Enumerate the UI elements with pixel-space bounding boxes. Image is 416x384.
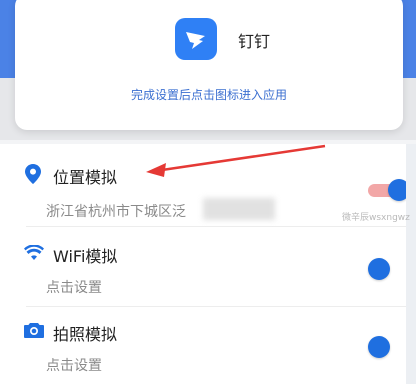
annotation-arrow-icon	[146, 144, 326, 177]
